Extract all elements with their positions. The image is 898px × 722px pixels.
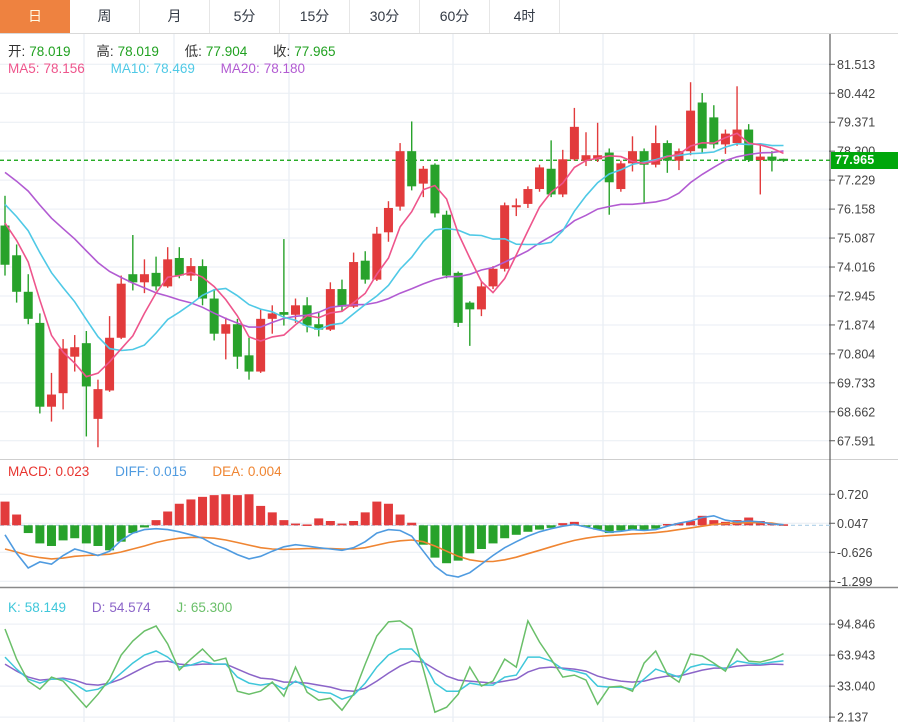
svg-text:71.874: 71.874 — [837, 318, 875, 332]
svg-text:63.943: 63.943 — [837, 649, 875, 663]
tab-60分[interactable]: 60分 — [420, 0, 490, 33]
tab-日[interactable]: 日 — [0, 0, 70, 33]
tab-5分[interactable]: 5分 — [210, 0, 280, 33]
svg-text:0.720: 0.720 — [837, 488, 868, 502]
svg-text:69.733: 69.733 — [837, 376, 875, 390]
svg-text:74.016: 74.016 — [837, 261, 875, 275]
tab-30分[interactable]: 30分 — [350, 0, 420, 33]
timeframe-tabbar: 日周月5分15分30分60分4时 — [0, 0, 898, 34]
tab-周[interactable]: 周 — [70, 0, 140, 33]
svg-text:70.804: 70.804 — [837, 347, 875, 361]
svg-text:79.371: 79.371 — [837, 116, 875, 130]
svg-text:33.040: 33.040 — [837, 680, 875, 694]
svg-text:-1.299: -1.299 — [837, 575, 872, 589]
svg-text:75.087: 75.087 — [837, 232, 875, 246]
svg-text:0.047: 0.047 — [837, 517, 868, 531]
svg-text:76.158: 76.158 — [837, 203, 875, 217]
tab-月[interactable]: 月 — [140, 0, 210, 33]
trading-chart-app: 日周月5分15分30分60分4时 81.51380.44279.37178.30… — [0, 0, 898, 722]
svg-text:77.229: 77.229 — [837, 174, 875, 188]
tab-4时[interactable]: 4时 — [490, 0, 560, 33]
svg-text:67.591: 67.591 — [837, 434, 875, 448]
svg-text:81.513: 81.513 — [837, 58, 875, 72]
svg-text:68.662: 68.662 — [837, 405, 875, 419]
svg-text:2.137: 2.137 — [837, 711, 868, 722]
svg-text:80.442: 80.442 — [837, 87, 875, 101]
svg-text:-0.626: -0.626 — [837, 546, 872, 560]
tab-15分[interactable]: 15分 — [280, 0, 350, 33]
current-price-tag: 77.965 — [831, 152, 898, 169]
candlestick-chart-canvas[interactable]: 81.51380.44279.37178.30077.22976.15875.0… — [0, 0, 898, 722]
svg-text:72.945: 72.945 — [837, 289, 875, 303]
svg-text:94.846: 94.846 — [837, 618, 875, 632]
